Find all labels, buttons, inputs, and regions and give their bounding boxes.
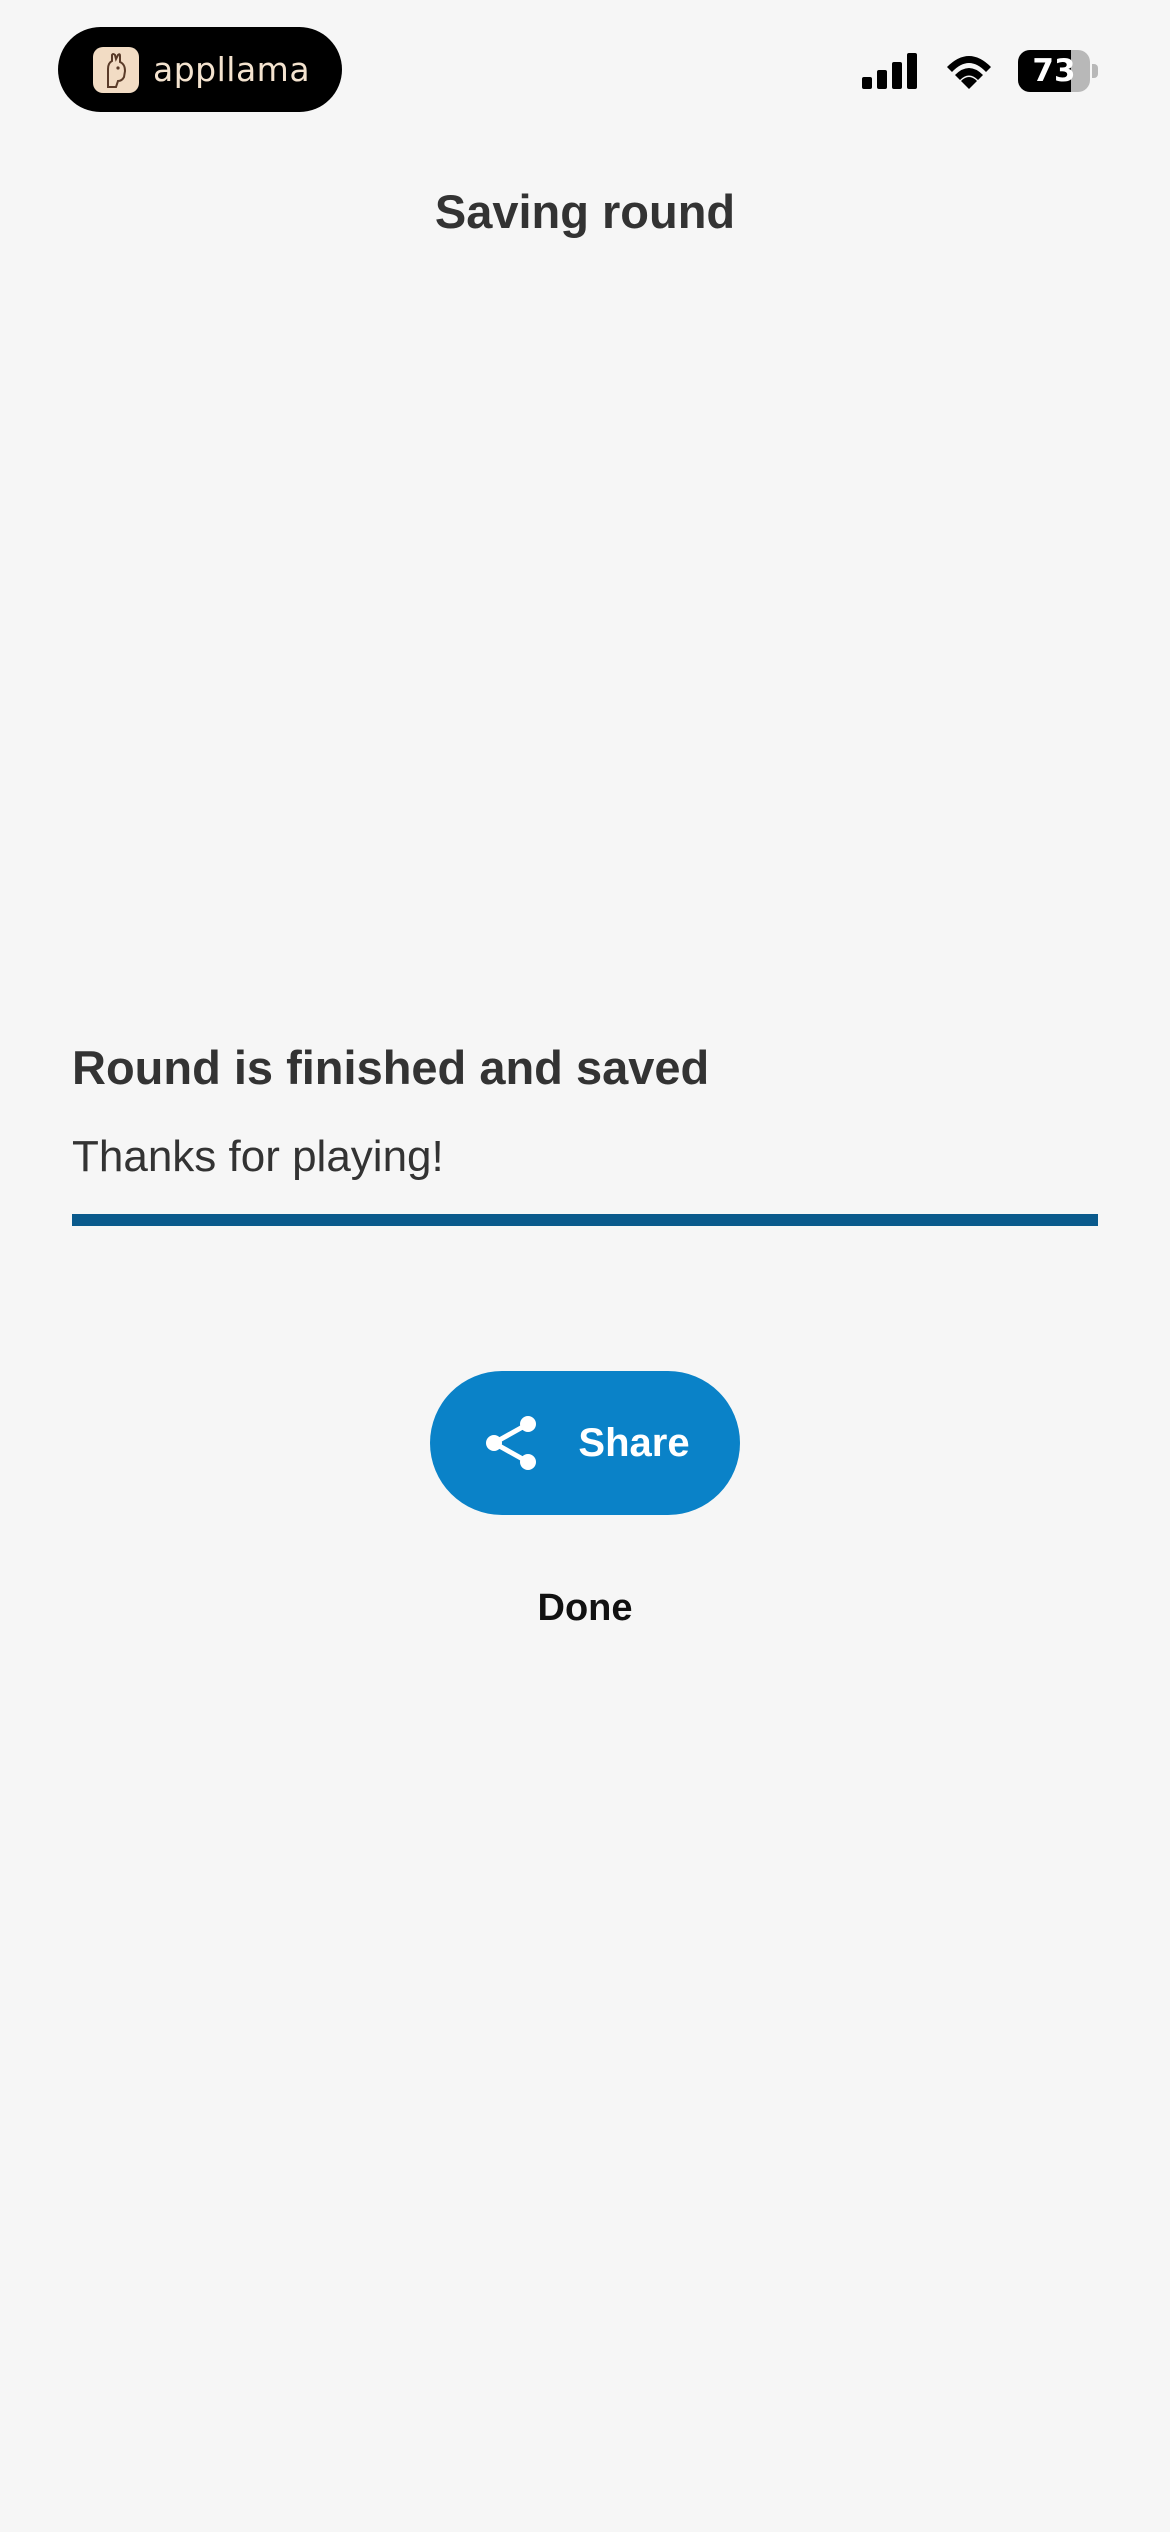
wifi-icon bbox=[947, 56, 991, 89]
status-indicators: 73 bbox=[860, 50, 1098, 92]
brand-label: appllama bbox=[153, 50, 311, 89]
battery-level: 73 bbox=[1032, 53, 1076, 89]
share-icon bbox=[486, 1416, 537, 1470]
share-button[interactable]: Share bbox=[430, 1371, 740, 1515]
battery-icon: 73 bbox=[1018, 50, 1098, 92]
cellular-signal-icon bbox=[862, 53, 917, 89]
done-button[interactable]: Done bbox=[0, 1587, 1170, 1630]
app-badge[interactable]: appllama bbox=[58, 27, 342, 112]
page-title: Saving round bbox=[434, 185, 736, 238]
progress-bar bbox=[72, 1214, 1098, 1226]
progress-fill bbox=[72, 1214, 1098, 1226]
result-message: Thanks for playing! bbox=[72, 1132, 444, 1181]
llama-icon bbox=[93, 46, 139, 93]
share-label: Share bbox=[578, 1420, 690, 1465]
result-heading: Round is finished and saved bbox=[72, 1041, 710, 1094]
